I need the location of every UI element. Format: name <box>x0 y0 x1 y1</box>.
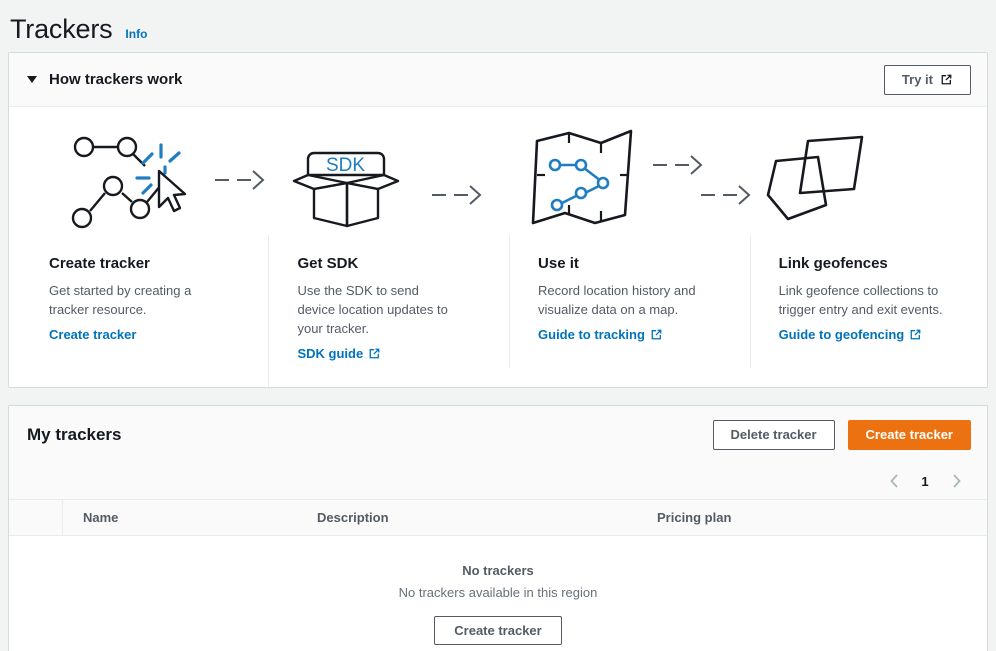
create-tracker-link[interactable]: Create tracker <box>49 327 136 342</box>
chevron-left-icon[interactable] <box>881 468 907 494</box>
my-trackers-header: My trackers Delete tracker Create tracke… <box>9 406 987 463</box>
step-description: Record location history and visualize da… <box>538 281 698 319</box>
geofence-polygons-illustration <box>766 123 987 235</box>
column-header-description[interactable]: Description <box>297 500 637 535</box>
guide-to-tracking-link[interactable]: Guide to tracking <box>538 327 663 342</box>
table-select-all-column[interactable] <box>9 500 63 535</box>
empty-state-subtitle: No trackers available in this region <box>399 585 598 600</box>
step-heading: Link geofences <box>779 255 947 272</box>
step-use-it: Use it Record location history and visua… <box>497 123 738 387</box>
create-tracker-button[interactable]: Create tracker <box>848 420 971 450</box>
guide-to-tracking-link-label: Guide to tracking <box>538 327 645 342</box>
guide-to-geofencing-link-label: Guide to geofencing <box>779 327 905 342</box>
external-link-icon <box>368 347 381 360</box>
page-title: Trackers <box>10 14 112 45</box>
info-link[interactable]: Info <box>125 27 147 41</box>
create-tracker-label: Create tracker <box>866 427 953 442</box>
sdk-box-illustration: SDK <box>284 123 497 235</box>
caret-down-icon[interactable] <box>27 76 37 83</box>
step-link-geofences: Link geofences Link geofence collections… <box>738 123 987 387</box>
pagination: 1 <box>9 463 987 499</box>
empty-state: No trackers No trackers available in thi… <box>9 536 987 651</box>
steps-row: Create tracker Get started by creating a… <box>9 107 987 387</box>
table-header-row: Name Description Pricing plan <box>9 499 987 536</box>
trackers-page: Trackers Info How trackers work Try it <box>0 0 996 651</box>
step-heading: Use it <box>538 255 698 272</box>
external-link-icon <box>940 73 953 86</box>
step-description: Get started by creating a tracker resour… <box>49 281 216 319</box>
step-create-tracker: Create tracker Get started by creating a… <box>9 123 256 387</box>
my-trackers-title: My trackers <box>27 425 122 445</box>
column-header-pricing-plan[interactable]: Pricing plan <box>637 500 937 535</box>
panel-title: How trackers work <box>49 71 182 88</box>
column-header-name[interactable]: Name <box>63 500 297 535</box>
step-heading: Get SDK <box>297 255 457 272</box>
folded-map-route-illustration <box>525 123 738 235</box>
step-description: Use the SDK to send device location upda… <box>297 281 457 338</box>
my-trackers-panel: My trackers Delete tracker Create tracke… <box>8 405 988 651</box>
delete-tracker-button[interactable]: Delete tracker <box>713 420 835 450</box>
delete-tracker-label: Delete tracker <box>731 427 817 442</box>
empty-state-create-tracker-button[interactable]: Create tracker <box>434 616 561 645</box>
external-link-icon <box>650 328 663 341</box>
chevron-right-icon[interactable] <box>943 468 969 494</box>
external-link-icon <box>909 328 922 341</box>
page-header: Trackers Info <box>0 0 996 52</box>
sdk-box-label: SDK <box>326 155 365 176</box>
try-it-label: Try it <box>902 72 933 87</box>
pagination-page-1[interactable]: 1 <box>913 468 937 494</box>
panel-header: How trackers work Try it <box>9 53 987 107</box>
step-get-sdk: SDK Get SDK Use the SDK to send device l… <box>256 123 497 387</box>
how-trackers-work-panel: How trackers work Try it <box>8 52 988 388</box>
sdk-guide-link-label: SDK guide <box>297 346 363 361</box>
empty-state-title: No trackers <box>462 563 534 578</box>
tracker-nodes-cursor-illustration <box>37 123 256 235</box>
create-tracker-link-label: Create tracker <box>49 327 136 342</box>
try-it-button[interactable]: Try it <box>884 65 971 95</box>
step-heading: Create tracker <box>49 255 216 272</box>
sdk-guide-link[interactable]: SDK guide <box>297 346 381 361</box>
guide-to-geofencing-link[interactable]: Guide to geofencing <box>779 327 923 342</box>
step-description: Link geofence collections to trigger ent… <box>779 281 947 319</box>
